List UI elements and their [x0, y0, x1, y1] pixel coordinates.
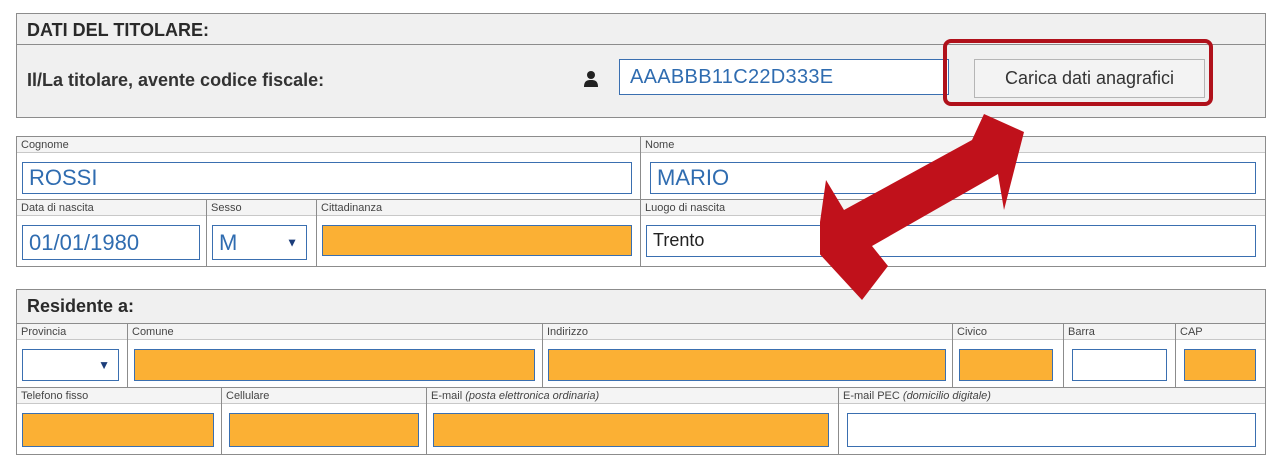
- email-label-text: E-mail: [431, 390, 463, 402]
- civico-cell: Civico: [953, 324, 1064, 388]
- luogo-nascita-label: Luogo di nascita: [641, 200, 1265, 216]
- indirizzo-input[interactable]: [548, 349, 946, 381]
- provincia-select[interactable]: ▼: [22, 349, 119, 381]
- comune-label: Comune: [128, 324, 542, 340]
- barra-label: Barra: [1064, 324, 1175, 340]
- pec-input[interactable]: [847, 413, 1256, 447]
- cittadinanza-input[interactable]: [322, 225, 632, 256]
- data-nascita-input[interactable]: 01/01/1980: [22, 225, 200, 260]
- provincia-label: Provincia: [17, 324, 127, 340]
- email-input[interactable]: [433, 413, 829, 447]
- telefono-label: Telefono fisso: [17, 388, 221, 404]
- data-nascita-cell: Data di nascita 01/01/1980: [17, 200, 207, 266]
- telefono-input[interactable]: [22, 413, 214, 447]
- pec-cell: E-mail PEC (domicilio digitale): [839, 388, 1265, 454]
- nome-input[interactable]: MARIO: [650, 162, 1256, 194]
- cap-cell: CAP: [1176, 324, 1265, 388]
- pec-note: (domicilio digitale): [902, 390, 991, 402]
- luogo-nascita-input[interactable]: Trento: [646, 225, 1256, 257]
- chevron-down-icon: ▼: [98, 358, 110, 372]
- sesso-value: M: [219, 230, 238, 255]
- cellulare-input[interactable]: [229, 413, 419, 447]
- barra-cell: Barra: [1064, 324, 1176, 388]
- residenza-section: Residente a: Provincia ▼ Comune Indirizz…: [16, 289, 1266, 455]
- pec-label-text: E-mail PEC: [843, 390, 900, 402]
- email-cell: E-mail (posta elettronica ordinaria): [427, 388, 839, 454]
- cap-input[interactable]: [1184, 349, 1256, 381]
- email-note: (posta elettronica ordinaria): [465, 390, 600, 402]
- codice-fiscale-input[interactable]: [619, 59, 949, 95]
- cap-label: CAP: [1176, 324, 1265, 340]
- cellulare-label: Cellulare: [222, 388, 426, 404]
- chevron-down-icon: ▼: [286, 235, 298, 249]
- nome-cell: Nome MARIO: [641, 137, 1265, 200]
- email-label: E-mail (posta elettronica ordinaria): [427, 388, 838, 404]
- indirizzo-cell: Indirizzo: [543, 324, 953, 388]
- comune-input[interactable]: [134, 349, 535, 381]
- residenza-heading: Residente a:: [17, 290, 1265, 324]
- cellulare-cell: Cellulare: [222, 388, 427, 454]
- anagrafica-section: Cognome ROSSI Nome MARIO Data di nascita…: [16, 136, 1266, 267]
- cognome-label: Cognome: [17, 137, 640, 153]
- comune-cell: Comune: [128, 324, 543, 388]
- civico-label: Civico: [953, 324, 1063, 340]
- provincia-cell: Provincia ▼: [17, 324, 128, 388]
- sesso-label: Sesso: [207, 200, 316, 216]
- sesso-select[interactable]: M ▼: [212, 225, 307, 260]
- nome-label: Nome: [641, 137, 1265, 153]
- cognome-cell: Cognome ROSSI: [17, 137, 641, 200]
- indirizzo-label: Indirizzo: [543, 324, 952, 340]
- cognome-input[interactable]: ROSSI: [22, 162, 632, 194]
- cittadinanza-cell: Cittadinanza: [317, 200, 641, 266]
- user-icon: [584, 71, 598, 87]
- pec-label: E-mail PEC (domicilio digitale): [839, 388, 1265, 404]
- luogo-nascita-cell: Luogo di nascita Trento: [641, 200, 1265, 266]
- codice-fiscale-label: Il/La titolare, avente codice fiscale:: [27, 70, 325, 90]
- data-nascita-label: Data di nascita: [17, 200, 206, 216]
- cittadinanza-label: Cittadinanza: [317, 200, 640, 216]
- barra-input[interactable]: [1072, 349, 1167, 381]
- highlight-box: [943, 39, 1213, 106]
- telefono-cell: Telefono fisso: [17, 388, 222, 454]
- civico-input[interactable]: [959, 349, 1053, 381]
- sesso-cell: Sesso M ▼: [207, 200, 317, 266]
